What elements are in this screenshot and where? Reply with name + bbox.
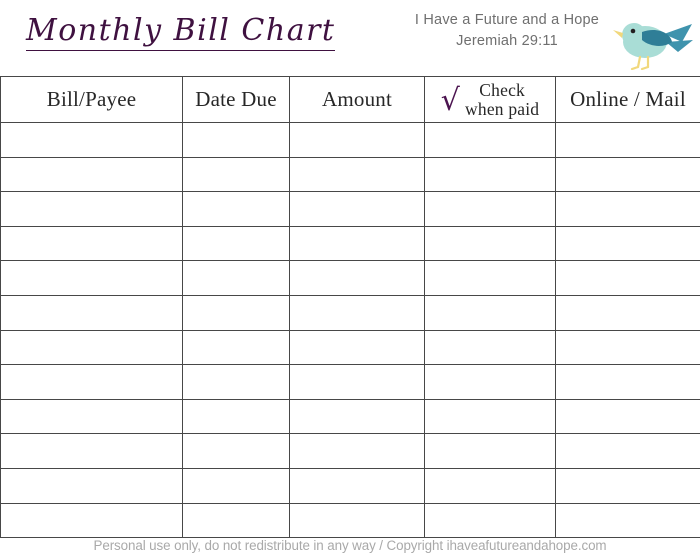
table-row	[0, 364, 700, 400]
column-header-online-mail: Online / Mail	[555, 76, 700, 123]
table-row	[0, 191, 700, 227]
cell-amount[interactable]	[289, 260, 425, 296]
cell-bill_payee[interactable]	[0, 260, 183, 296]
cell-date_due[interactable]	[182, 329, 290, 366]
check-when-paid-line1: Check	[479, 79, 526, 100]
table-row	[0, 156, 700, 193]
table-body	[0, 122, 700, 539]
table-row	[0, 467, 700, 504]
column-header-amount: Amount	[289, 76, 425, 123]
bird-icon	[612, 14, 694, 71]
bill-table: Bill/Payee Date Due Amount √ Check when …	[0, 76, 700, 539]
cell-online_mail[interactable]	[555, 398, 700, 435]
cell-check_when_paid[interactable]	[424, 122, 556, 158]
cell-check_when_paid[interactable]	[424, 502, 556, 539]
cell-bill_payee[interactable]	[0, 294, 183, 331]
cell-check_when_paid[interactable]	[424, 329, 556, 366]
table-row	[0, 502, 700, 539]
cell-bill_payee[interactable]	[0, 364, 183, 400]
check-when-paid-label: Check when paid	[465, 79, 540, 119]
cell-date_due[interactable]	[182, 156, 290, 193]
bill-chart-page: Monthly Bill Chart I Have a Future and a…	[0, 0, 700, 560]
column-header-check-when-paid: √ Check when paid	[424, 76, 556, 123]
column-header-amount-label: Amount	[321, 87, 393, 111]
cell-date_due[interactable]	[182, 398, 290, 435]
cell-check_when_paid[interactable]	[424, 467, 556, 504]
table-row	[0, 122, 700, 158]
cell-online_mail[interactable]	[555, 122, 700, 158]
cell-date_due[interactable]	[182, 122, 290, 158]
column-header-bill-payee: Bill/Payee	[0, 76, 183, 123]
table-row	[0, 398, 700, 435]
verse-reference: Jeremiah 29:11	[456, 33, 558, 50]
cell-amount[interactable]	[289, 122, 425, 158]
cell-online_mail[interactable]	[555, 294, 700, 331]
cell-bill_payee[interactable]	[0, 329, 183, 366]
cell-online_mail[interactable]	[555, 502, 700, 539]
column-header-online-mail-label: Online / Mail	[570, 87, 686, 111]
table-row	[0, 294, 700, 331]
column-header-date-due: Date Due	[182, 76, 290, 123]
cell-date_due[interactable]	[182, 502, 290, 539]
footer-copyright: Personal use only, do not redistribute i…	[93, 538, 607, 553]
cell-date_due[interactable]	[182, 467, 290, 504]
check-when-paid-line2: when paid	[465, 98, 540, 119]
cell-online_mail[interactable]	[555, 260, 700, 296]
cell-date_due[interactable]	[182, 364, 290, 400]
cell-online_mail[interactable]	[555, 156, 700, 193]
cell-check_when_paid[interactable]	[424, 156, 556, 193]
cell-online_mail[interactable]	[555, 329, 700, 366]
table-row	[0, 260, 700, 296]
cell-amount[interactable]	[289, 398, 425, 435]
cell-amount[interactable]	[289, 156, 425, 193]
table-header-row: Bill/Payee Date Due Amount √ Check when …	[0, 76, 700, 123]
cell-online_mail[interactable]	[555, 225, 700, 262]
cell-bill_payee[interactable]	[0, 502, 183, 539]
cell-amount[interactable]	[289, 433, 425, 469]
cell-check_when_paid[interactable]	[424, 294, 556, 331]
cell-bill_payee[interactable]	[0, 156, 183, 193]
table-row	[0, 329, 700, 366]
cell-date_due[interactable]	[182, 191, 290, 227]
cell-check_when_paid[interactable]	[424, 225, 556, 262]
cell-bill_payee[interactable]	[0, 191, 183, 227]
cell-bill_payee[interactable]	[0, 225, 183, 262]
checkmark-icon: √	[440, 82, 461, 118]
cell-date_due[interactable]	[182, 225, 290, 262]
cell-online_mail[interactable]	[555, 364, 700, 400]
cell-date_due[interactable]	[182, 433, 290, 469]
cell-amount[interactable]	[289, 364, 425, 400]
table-row	[0, 225, 700, 262]
cell-bill_payee[interactable]	[0, 467, 183, 504]
cell-check_when_paid[interactable]	[424, 433, 556, 469]
cell-check_when_paid[interactable]	[424, 191, 556, 227]
cell-amount[interactable]	[289, 191, 425, 227]
tagline-block: I Have a Future and a Hope Jeremiah 29:1…	[392, 10, 622, 52]
cell-bill_payee[interactable]	[0, 122, 183, 158]
check-when-paid-group: √ Check when paid	[425, 79, 555, 119]
cell-check_when_paid[interactable]	[424, 260, 556, 296]
cell-amount[interactable]	[289, 294, 425, 331]
cell-amount[interactable]	[289, 467, 425, 504]
cell-amount[interactable]	[289, 225, 425, 262]
cell-check_when_paid[interactable]	[424, 364, 556, 400]
column-header-bill-payee-label: Bill/Payee	[46, 87, 137, 111]
page-title: Monthly Bill Chart	[26, 14, 336, 51]
cell-online_mail[interactable]	[555, 467, 700, 504]
cell-online_mail[interactable]	[555, 433, 700, 469]
cell-online_mail[interactable]	[555, 191, 700, 227]
cell-bill_payee[interactable]	[0, 398, 183, 435]
cell-amount[interactable]	[289, 502, 425, 539]
column-header-date-due-label: Date Due	[195, 87, 277, 111]
page-header: Monthly Bill Chart I Have a Future and a…	[0, 0, 700, 76]
cell-amount[interactable]	[289, 329, 425, 366]
cell-date_due[interactable]	[182, 260, 290, 296]
tagline-text: I Have a Future and a Hope	[414, 12, 600, 28]
cell-date_due[interactable]	[182, 294, 290, 331]
cell-bill_payee[interactable]	[0, 433, 183, 469]
table-row	[0, 433, 700, 469]
cell-check_when_paid[interactable]	[424, 398, 556, 435]
